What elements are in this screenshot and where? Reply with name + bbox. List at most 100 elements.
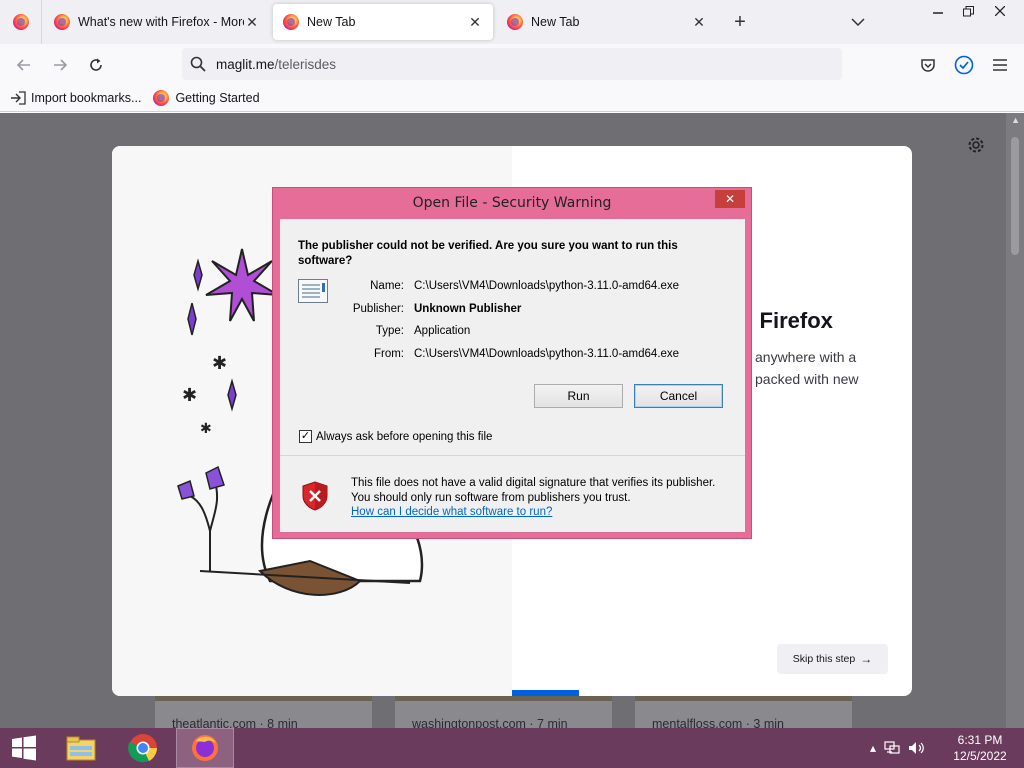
tab-title: New Tab	[307, 15, 356, 29]
customize-button[interactable]	[966, 135, 986, 158]
tab-new-tab[interactable]: New Tab ✕	[497, 4, 717, 40]
dialog-titlebar[interactable]: Open File - Security Warning	[273, 188, 751, 218]
reload-button[interactable]	[83, 52, 109, 78]
windows-taskbar: ▴ 6:31 PM 12/5/2022	[0, 728, 1024, 768]
file-explorer-taskbar-button[interactable]	[58, 728, 104, 768]
account-sync-icon	[954, 55, 974, 75]
search-icon	[190, 56, 206, 72]
pocket-icon	[921, 59, 935, 72]
file-info: Name: C:\Users\VM4\Downloads\python-3.11…	[310, 275, 730, 365]
tab-whats-new[interactable]: What's new with Firefox - More ✕	[44, 4, 270, 40]
svg-text:✱: ✱	[182, 385, 197, 406]
page-scrollbar[interactable]: ▲	[1006, 113, 1024, 728]
info-row-publisher: Publisher: Unknown Publisher	[352, 302, 522, 315]
scroll-thumb[interactable]	[1011, 137, 1019, 255]
info-row-type: Type: Application	[375, 325, 471, 338]
skip-step-button[interactable]: Skip this step →	[777, 644, 888, 674]
system-tray: ▴	[870, 728, 934, 768]
bookmark-label: Import bookmarks...	[31, 90, 142, 105]
address-bar[interactable]: maglit.me/telerisdes	[182, 48, 842, 80]
network-icon[interactable]	[884, 741, 900, 755]
close-icon	[995, 6, 1005, 16]
checkbox-checked-icon[interactable]: ✓	[299, 430, 312, 443]
firefox-icon	[507, 14, 523, 30]
chrome-icon	[128, 734, 157, 763]
firefox-taskbar-button[interactable]	[176, 728, 234, 768]
arrow-left-icon	[16, 59, 30, 71]
story-source: theatlantic.com · 8 min	[172, 717, 298, 728]
taskbar-clock[interactable]: 6:31 PM 12/5/2022	[950, 732, 1010, 764]
reload-icon	[90, 58, 102, 71]
story-source: mentalfloss.com · 3 min	[652, 717, 784, 728]
skip-label: Skip this step	[792, 653, 856, 665]
minimize-icon	[933, 12, 943, 14]
scroll-up-icon[interactable]: ▲	[1011, 115, 1020, 125]
svg-text:✱: ✱	[212, 353, 227, 374]
app-menu-button[interactable]	[987, 52, 1013, 78]
windows-logo-icon	[12, 735, 36, 761]
firefox-icon	[12, 14, 29, 30]
bookmark-label: Getting Started	[175, 90, 260, 105]
always-ask-checkbox[interactable]: ✓ Always ask before opening this file	[299, 430, 492, 443]
restore-icon	[962, 5, 974, 16]
arrow-right-icon: →	[860, 652, 873, 666]
firefox-icon	[54, 14, 70, 30]
bookmark-import[interactable]: Import bookmarks...	[10, 91, 141, 105]
close-tab-icon[interactable]: ✕	[467, 14, 483, 30]
tab-new-tab-active[interactable]: New Tab ✕	[273, 4, 493, 40]
dialog-close-button[interactable]: ✕	[715, 190, 745, 208]
signature-warning-text: This file does not have a valid digital …	[351, 477, 716, 504]
info-row-from: From: C:\Users\VM4\Downloads\python-3.11…	[373, 347, 680, 360]
clock-time: 6:31 PM	[957, 733, 1003, 747]
new-tab-button[interactable]: +	[728, 10, 752, 34]
start-button[interactable]	[0, 728, 48, 768]
run-button[interactable]: Run	[534, 384, 623, 408]
volume-icon[interactable]	[908, 741, 926, 755]
restore-button[interactable]	[952, 0, 984, 22]
dialog-body: The publisher could not be verified. Are…	[280, 219, 745, 532]
story-source: washingtonpost.com · 7 min	[412, 717, 568, 728]
tab-title: New Tab	[531, 15, 580, 29]
clock-date: 12/5/2022	[953, 749, 1007, 763]
close-window-button[interactable]	[984, 0, 1016, 22]
bookmark-getting-started[interactable]: Getting Started	[153, 89, 260, 106]
firefox-icon	[283, 14, 299, 30]
security-warning-dialog: Open File - Security Warning ✕ The publi…	[272, 187, 752, 539]
dialog-title: Open File - Security Warning	[412, 195, 612, 211]
folder-icon	[66, 736, 96, 761]
info-row-name: Name: C:\Users\VM4\Downloads\python-3.11…	[370, 280, 680, 293]
cancel-button[interactable]: Cancel	[634, 384, 723, 408]
close-tab-icon[interactable]: ✕	[691, 14, 707, 30]
shield-error-icon	[302, 481, 328, 511]
import-icon	[11, 90, 26, 105]
navigation-toolbar: maglit.me/telerisdes	[0, 44, 1024, 84]
firefox-view-button[interactable]	[0, 0, 42, 44]
publisher-question: The publisher could not be verified. Are…	[298, 240, 678, 267]
arrow-right-icon	[54, 59, 68, 71]
back-button[interactable]	[11, 52, 37, 78]
tab-strip: What's new with Firefox - More ✕ New Tab…	[0, 0, 1024, 44]
bookmarks-toolbar: Import bookmarks... Getting Started	[0, 84, 1024, 112]
hamburger-menu-icon	[993, 59, 1007, 71]
account-button[interactable]	[951, 52, 977, 78]
show-hidden-icons-icon[interactable]: ▴	[870, 741, 876, 755]
pocket-button[interactable]	[915, 52, 941, 78]
onboarding-subtitle: anywhere with a packed with new	[755, 349, 859, 387]
onboarding-progress	[512, 690, 579, 696]
minimize-button[interactable]	[922, 0, 954, 22]
help-link[interactable]: How can I decide what software to run?	[351, 506, 552, 518]
tab-title: What's new with Firefox - More	[78, 15, 244, 29]
forward-button[interactable]	[47, 52, 73, 78]
onboarding-title: g Firefox	[740, 308, 833, 333]
chrome-taskbar-button[interactable]	[120, 728, 166, 768]
checkbox-label: Always ask before opening this file	[316, 430, 493, 443]
list-all-tabs-button[interactable]	[846, 10, 870, 34]
url-text: maglit.me/telerisdes	[216, 56, 337, 72]
chevron-down-icon	[851, 18, 865, 26]
close-tab-icon[interactable]: ✕	[244, 14, 260, 30]
divider	[280, 455, 745, 456]
svg-text:✱: ✱	[200, 421, 212, 437]
firefox-icon	[192, 735, 218, 761]
gear-icon	[968, 137, 984, 153]
firefox-icon	[153, 89, 170, 106]
